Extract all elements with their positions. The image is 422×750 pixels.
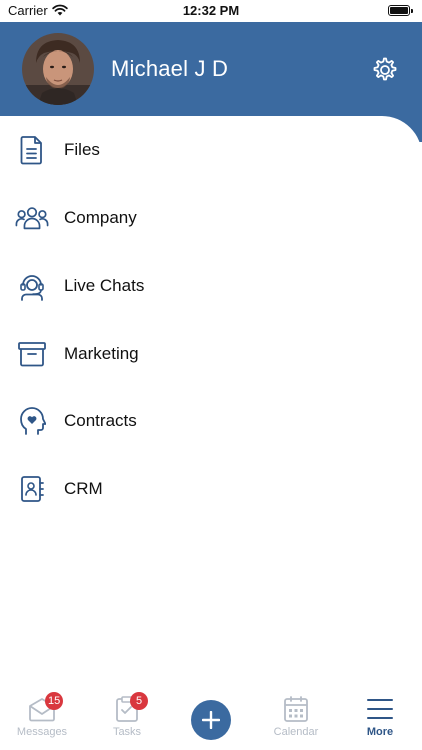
menu-item-crm[interactable]: CRM	[0, 462, 422, 516]
tab-label-messages: Messages	[16, 726, 68, 738]
hamburger-icon	[367, 699, 393, 719]
heart-head-icon	[15, 404, 49, 438]
tab-label-calendar: Calendar	[273, 726, 319, 738]
menu-label-live-chats: Live Chats	[64, 276, 145, 295]
status-bar: Carrier 12:32 PM	[0, 0, 422, 22]
tasks-badge: 5	[130, 692, 148, 710]
tab-tasks[interactable]: 5 Tasks	[92, 692, 162, 744]
group-icon	[15, 201, 49, 235]
user-name: Michael J D	[111, 56, 229, 81]
add-button[interactable]	[191, 700, 231, 740]
menu-item-contracts[interactable]: Contracts	[0, 394, 422, 448]
clock: 12:32 PM	[182, 3, 240, 18]
battery-icon	[388, 5, 413, 16]
menu-label-contracts: Contracts	[64, 411, 137, 430]
menu-label-company: Company	[64, 208, 137, 227]
tab-label-more: More	[366, 726, 394, 738]
file-icon	[15, 133, 49, 167]
menu-item-company[interactable]: Company	[0, 191, 422, 245]
messages-badge: 15	[45, 692, 64, 710]
headset-icon	[15, 269, 49, 303]
avatar[interactable]	[22, 33, 94, 105]
calendar-icon	[284, 696, 308, 722]
tab-messages[interactable]: 15 Messages	[7, 692, 77, 744]
tab-calendar[interactable]: Calendar	[261, 694, 331, 744]
menu-item-marketing[interactable]: Marketing	[0, 327, 422, 381]
menu-label-marketing: Marketing	[64, 344, 139, 363]
menu-label-files: Files	[64, 140, 100, 159]
plus-icon	[202, 711, 220, 729]
menu-item-live-chats[interactable]: Live Chats	[0, 259, 422, 313]
gear-icon[interactable]	[370, 55, 400, 85]
contact-book-icon	[15, 472, 49, 506]
menu-sheet: Files Company Live Chats Marketing Contr…	[0, 116, 422, 686]
menu-label-crm: CRM	[64, 479, 103, 498]
archive-icon	[15, 337, 49, 371]
tab-label-tasks: Tasks	[112, 726, 142, 738]
menu-item-files[interactable]: Files	[0, 123, 422, 177]
tab-more[interactable]: More	[345, 694, 415, 744]
avatar-photo	[22, 33, 94, 105]
